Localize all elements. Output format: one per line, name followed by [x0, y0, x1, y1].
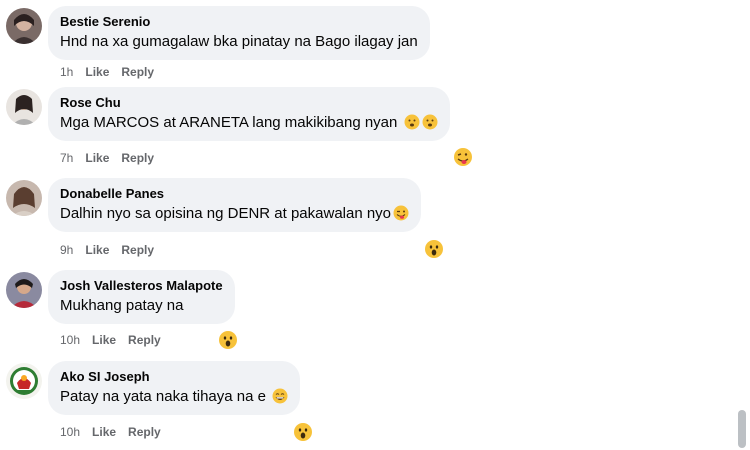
comment-text-line: Dalhin nyo sa opisina ng DENR at pakawal…	[60, 204, 409, 224]
comment-text: Mukhang patay na	[60, 297, 184, 314]
wow-reaction-icon[interactable]	[293, 422, 313, 442]
avatar[interactable]	[6, 363, 42, 399]
comment-text: Dalhin nyo sa opisina ng DENR at pakawal…	[60, 205, 392, 222]
cold-sweat-face-icon	[404, 114, 420, 130]
comment-time[interactable]: 7h	[60, 151, 73, 165]
comment-actions: 10h Like Reply	[60, 333, 173, 347]
grinning-face-icon	[272, 388, 288, 404]
comment-text-line: Mga MARCOS at ARANETA lang makikibang ny…	[60, 113, 438, 133]
like-button[interactable]: Like	[85, 151, 109, 165]
comment-actions: 9h Like Reply	[60, 243, 166, 257]
comment-text: Hnd na xa gumagalaw bka pinatay na Bago …	[60, 33, 418, 50]
comment-text: Mga MARCOS at ARANETA lang makikibang ny…	[60, 114, 398, 131]
reply-button[interactable]: Reply	[121, 243, 154, 257]
scrollbar[interactable]	[738, 410, 746, 448]
avatar[interactable]	[6, 8, 42, 44]
comment-actions: 7h Like Reply	[60, 151, 166, 165]
avatar[interactable]	[6, 89, 42, 125]
comment-text: Patay na yata naka tihaya na e	[60, 388, 266, 405]
like-button[interactable]: Like	[85, 243, 109, 257]
winking-tongue-face-icon	[393, 205, 409, 221]
comment-author[interactable]: Donabelle Panes	[60, 185, 409, 202]
wow-reaction-icon[interactable]	[218, 330, 238, 350]
comment-bubble: Rose Chu Mga MARCOS at ARANETA lang maki…	[48, 87, 450, 141]
comment-time[interactable]: 10h	[60, 425, 80, 439]
comment-bubble: Donabelle Panes Dalhin nyo sa opisina ng…	[48, 178, 422, 232]
comment-author[interactable]: Bestie Serenio	[60, 13, 418, 30]
comment-bubble: Josh Vallesteros Malapote Mukhang patay …	[48, 270, 235, 324]
comment-text-line: Patay na yata naka tihaya na e	[60, 387, 288, 407]
comment-author[interactable]: Ako SI Joseph	[60, 368, 288, 385]
comment-bubble: Bestie Serenio Hnd na xa gumagalaw bka p…	[48, 6, 430, 60]
reply-button[interactable]: Reply	[121, 151, 154, 165]
comment-actions: 1h Like Reply	[60, 65, 166, 79]
comment-bubble: Ako SI Joseph Patay na yata naka tihaya …	[48, 361, 301, 415]
reply-button[interactable]: Reply	[121, 65, 154, 79]
comment-time[interactable]: 9h	[60, 243, 73, 257]
wow-reaction-icon[interactable]	[424, 239, 444, 259]
comment-actions: 10h Like Reply	[60, 425, 173, 439]
cold-sweat-face-icon	[422, 114, 438, 130]
reply-button[interactable]: Reply	[128, 333, 161, 347]
tongue-face-icon[interactable]	[453, 147, 473, 167]
comment-author[interactable]: Rose Chu	[60, 94, 438, 111]
like-button[interactable]: Like	[92, 333, 116, 347]
like-button[interactable]: Like	[85, 65, 109, 79]
comment-time[interactable]: 10h	[60, 333, 80, 347]
like-button[interactable]: Like	[92, 425, 116, 439]
reply-button[interactable]: Reply	[128, 425, 161, 439]
comment-author[interactable]: Josh Vallesteros Malapote	[60, 277, 223, 294]
avatar[interactable]	[6, 272, 42, 308]
comment-time[interactable]: 1h	[60, 65, 73, 79]
avatar[interactable]	[6, 180, 42, 216]
